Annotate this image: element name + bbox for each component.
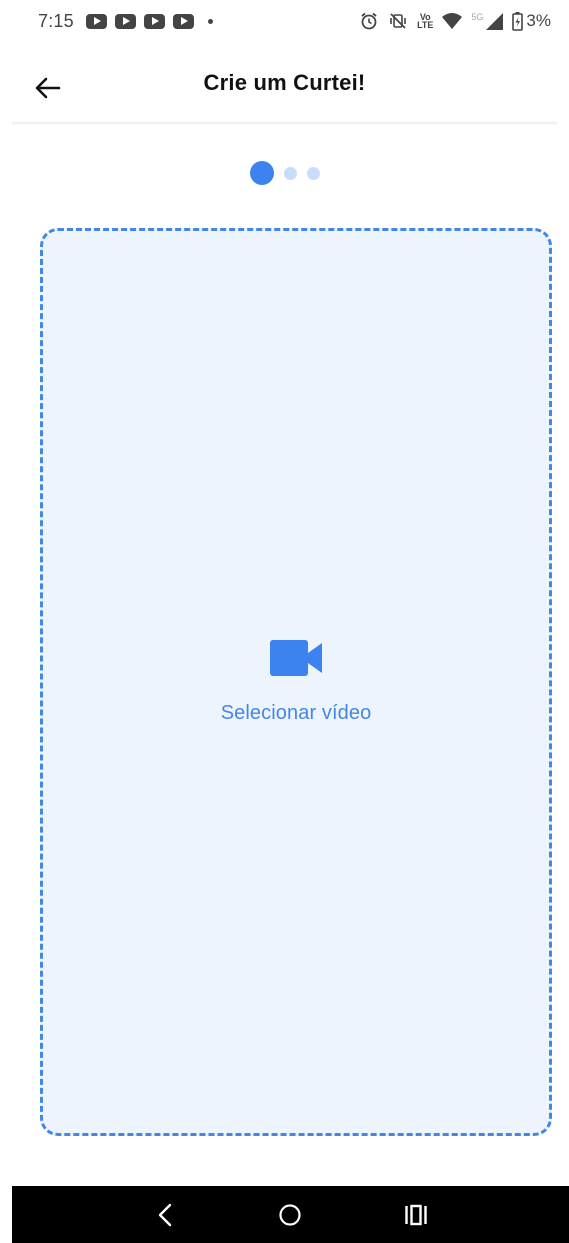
network-type-label: 5G [471,12,484,22]
header-divider [12,122,557,126]
youtube-icon [143,13,165,29]
back-nav-icon [158,1203,172,1226]
home-nav-icon [279,1203,302,1226]
step-dot-3 [306,166,320,180]
youtube-icon [85,13,107,29]
header: Crie um Curtei! [0,42,569,124]
vibrate-off-icon [388,11,408,31]
recents-nav-icon [405,1204,427,1225]
system-navigation-bar [12,1186,569,1243]
video-camera-icon [270,639,322,676]
battery-icon [512,11,524,31]
status-right: Vo LTE 5G 3% [359,11,551,31]
step-dot-1 [249,161,274,185]
select-video-dropzone[interactable]: Selecionar vídeo [40,228,552,1136]
volte-bottom-label: LTE [417,20,434,30]
screen: 7:15 Vo LTE 5G 3% Crie um Curtei! Seleci… [0,0,569,1243]
status-bar: 7:15 Vo LTE 5G 3% [0,0,569,42]
youtube-icon [172,13,194,29]
alarm-icon [359,11,379,31]
battery-percent: 3% [526,11,551,30]
youtube-icon [114,13,136,29]
page-title: Crie um Curtei! [203,70,366,95]
nav-recents-button[interactable] [396,1195,436,1235]
status-time: 7:15 [38,10,74,31]
back-button[interactable] [30,70,66,106]
wifi-icon [442,12,463,30]
arrow-left-icon [35,77,61,99]
volte-icon: Vo LTE [417,13,434,30]
status-left: 7:15 [38,11,213,32]
step-dot-2 [283,166,297,180]
step-indicator [0,160,569,186]
signal-icon [486,12,504,30]
nav-home-button[interactable] [270,1195,310,1235]
more-dot-icon [207,18,213,24]
select-video-label: Selecionar vídeo [220,701,372,724]
nav-back-button[interactable] [145,1195,185,1235]
